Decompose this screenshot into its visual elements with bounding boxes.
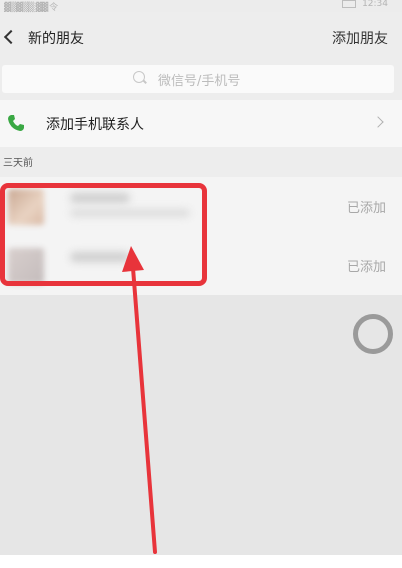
search-icon xyxy=(133,71,145,83)
battery-icon xyxy=(342,0,357,8)
add-friend-button[interactable]: 添加朋友 xyxy=(332,28,388,48)
add-phone-contacts-label: 添加手机联系人 xyxy=(46,117,144,133)
nav-bar: 新的朋友 添加朋友 xyxy=(0,22,402,58)
status-label: 已添加 xyxy=(346,201,386,216)
search-placeholder: 微信号/手机号 xyxy=(158,74,241,89)
clock-time: 12:34 xyxy=(362,0,388,9)
status-label: 已添加 xyxy=(346,260,386,275)
add-phone-contacts-item[interactable]: 添加手机联系人 xyxy=(0,100,402,147)
bottom-edge xyxy=(0,555,402,568)
status-right: 12:34 xyxy=(339,0,388,9)
chevron-right-icon xyxy=(372,116,384,128)
phone-icon xyxy=(8,115,24,131)
chevron-left-icon[interactable] xyxy=(3,29,19,45)
empty-list-area xyxy=(0,295,402,555)
status-bar: ▓▒▓▒▒ ▓▓ 令 12:34 xyxy=(0,0,402,13)
highlight-annotation-box xyxy=(0,183,207,286)
search-input[interactable]: 微信号/手机号 xyxy=(2,65,394,93)
signal-indicators: ▓▒▓▒▒ ▓▓ 令 xyxy=(4,3,58,13)
section-header: 三天前 xyxy=(3,158,33,169)
page-title: 新的朋友 xyxy=(28,31,84,47)
floating-assistive-button[interactable] xyxy=(353,314,393,354)
